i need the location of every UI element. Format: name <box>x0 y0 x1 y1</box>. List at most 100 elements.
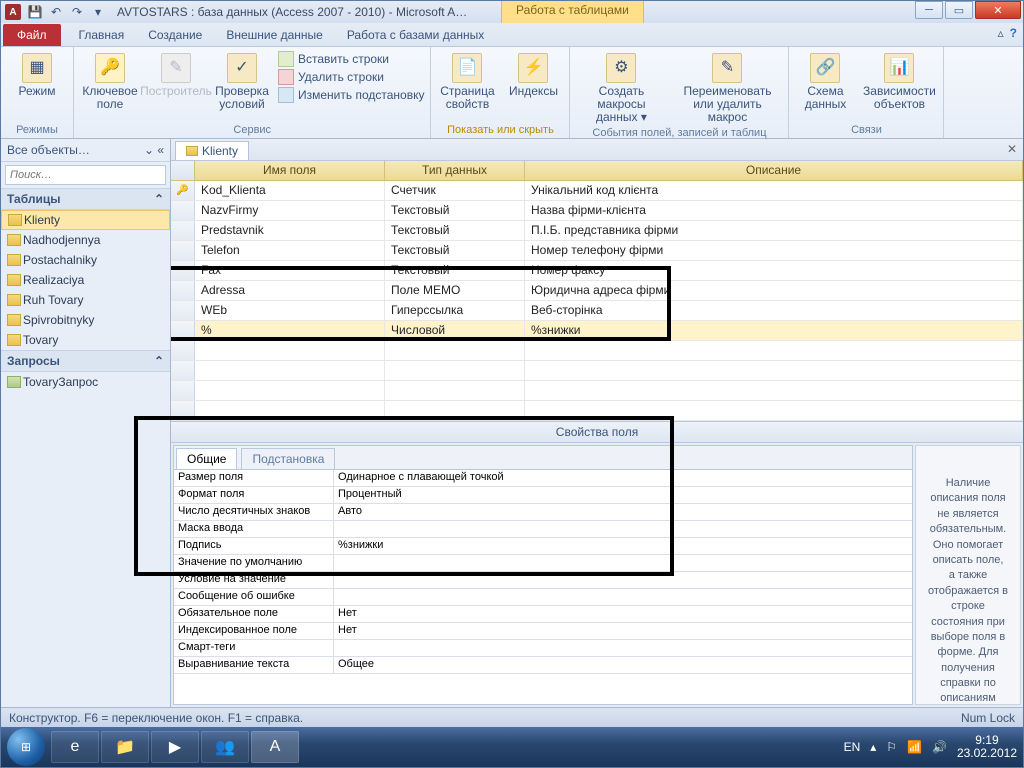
minimize-button[interactable]: ─ <box>915 1 943 19</box>
tray-up-icon[interactable]: ▴ <box>870 740 876 754</box>
tab-home[interactable]: Главная <box>67 24 137 46</box>
taskbar: ⊞ e 📁 ▶ 👥 A EN ▴ ⚐ 📶 🔊 9:19 23.02.2012 <box>1 727 1023 767</box>
qat-save-icon[interactable]: 💾 <box>25 3 45 21</box>
nav-table-postachalniky[interactable]: Postachalniky <box>1 250 170 270</box>
col-datatype[interactable]: Тип данных <box>385 161 525 180</box>
props-hint: Наличие описания поля не является обязат… <box>915 445 1021 705</box>
navigation-pane: Все объекты…⌄ « Таблицы⌃ KlientyNadhodje… <box>1 139 171 707</box>
rename-macro-button[interactable]: ✎Переименовать или удалить макрос <box>672 51 782 125</box>
nav-query-tovaryзапрос[interactable]: TovaryЗапрос <box>1 372 170 392</box>
taskbar-explorer[interactable]: 📁 <box>101 731 149 763</box>
field-row[interactable]: FaxТекстовыйНомер факсу <box>171 261 1023 281</box>
titlebar: A 💾 ↶ ↷ ▾ AVTOSTARS : база данных (Acces… <box>1 1 1023 23</box>
nav-table-nadhodjennya[interactable]: Nadhodjennya <box>1 230 170 250</box>
ribbon: ▦Режим Режимы 🔑Ключевое поле ✎Построител… <box>1 47 1023 139</box>
nav-table-tovary[interactable]: Tovary <box>1 330 170 350</box>
insert-rows-button[interactable]: Вставить строки <box>278 51 424 67</box>
doc-tab-klienty[interactable]: Klienty <box>175 141 249 160</box>
field-row[interactable]: WEbГиперссылкаВеб-сторінка <box>171 301 1023 321</box>
property-sheet-button[interactable]: 📄Страница свойств <box>437 51 497 111</box>
group-relations-label: Связи <box>795 122 937 138</box>
nav-group-queries[interactable]: Запросы⌃ <box>1 350 170 372</box>
taskbar-msn[interactable]: 👥 <box>201 731 249 763</box>
document-tabbar: Klienty ✕ <box>171 139 1023 161</box>
tab-create[interactable]: Создание <box>136 24 214 46</box>
tray-net-icon[interactable]: 📶 <box>907 740 922 754</box>
group-views-label: Режимы <box>7 122 67 138</box>
app-logo: A <box>5 4 21 20</box>
tab-dbtools[interactable]: Работа с базами данных <box>335 24 496 46</box>
design-grid[interactable]: 🔑Kod_KlientaСчетчикУнікальний код клієнт… <box>171 181 1023 421</box>
view-button[interactable]: ▦Режим <box>7 51 67 98</box>
col-fieldname[interactable]: Имя поля <box>195 161 385 180</box>
prop-row[interactable]: Сообщение об ошибке <box>174 589 912 606</box>
nav-table-ruh tovary[interactable]: Ruh Tovary <box>1 290 170 310</box>
field-row[interactable]: TelefonТекстовыйНомер телефону фірми <box>171 241 1023 261</box>
start-button[interactable]: ⊞ <box>7 728 45 766</box>
prop-row[interactable]: Условие на значение <box>174 572 912 589</box>
file-tab[interactable]: Файл <box>3 24 61 46</box>
field-row[interactable]: AdressaПоле МЕМОЮридична адреса фірми <box>171 281 1023 301</box>
prop-row[interactable]: Обязательное полеНет <box>174 606 912 623</box>
prop-row[interactable]: Индексированное полеНет <box>174 623 912 640</box>
relationships-button[interactable]: 🔗Схема данных <box>795 51 855 111</box>
col-description[interactable]: Описание <box>525 161 1023 180</box>
modify-lookup-button[interactable]: Изменить подстановку <box>278 87 424 103</box>
props-tab-general[interactable]: Общие <box>176 448 237 469</box>
maximize-button[interactable]: ▭ <box>945 1 973 19</box>
taskbar-wmp[interactable]: ▶ <box>151 731 199 763</box>
nav-table-realizaciya[interactable]: Realizaciya <box>1 270 170 290</box>
chevron-down-icon[interactable]: ⌄ « <box>144 143 164 157</box>
field-properties: Общие Подстановка Размер поляОдинарное с… <box>173 445 913 705</box>
close-button[interactable]: ✕ <box>975 1 1021 19</box>
status-text: Конструктор. F6 = переключение окон. F1 … <box>9 711 303 725</box>
props-tab-lookup[interactable]: Подстановка <box>241 448 335 469</box>
grid-header: Имя поля Тип данных Описание <box>171 161 1023 181</box>
nav-table-spivrobitnyky[interactable]: Spivrobitnyky <box>1 310 170 330</box>
prop-row[interactable]: Выравнивание текстаОбщее <box>174 657 912 674</box>
nav-search-input[interactable] <box>5 165 166 185</box>
create-macros-button[interactable]: ⚙Создать макросы данных ▾ <box>576 51 666 125</box>
prop-row[interactable]: Формат поляПроцентный <box>174 487 912 504</box>
indexes-button[interactable]: ⚡Индексы <box>503 51 563 98</box>
delete-rows-button[interactable]: Удалить строки <box>278 69 424 85</box>
primary-key-button[interactable]: 🔑Ключевое поле <box>80 51 140 111</box>
tray-vol-icon[interactable]: 🔊 <box>932 740 947 754</box>
window-title: AVTOSTARS : база данных (Access 2007 - 2… <box>117 5 467 19</box>
field-row[interactable]: PredstavnikТекстовыйП.І.Б. представника … <box>171 221 1023 241</box>
status-numlock: Num Lock <box>961 711 1015 725</box>
minimize-ribbon-icon[interactable]: ▵ <box>998 26 1004 40</box>
help-icon[interactable]: ? <box>1010 26 1017 40</box>
prop-row[interactable]: Размер поляОдинарное с плавающей точкой <box>174 470 912 487</box>
nav-group-tables[interactable]: Таблицы⌃ <box>1 188 170 210</box>
table-icon <box>186 146 198 156</box>
builder-button: ✎Построитель <box>146 51 206 98</box>
props-title: Свойства поля <box>171 421 1023 443</box>
nav-table-klienty[interactable]: Klienty <box>1 210 170 230</box>
tab-external[interactable]: Внешние данные <box>214 24 335 46</box>
prop-row[interactable]: Смарт-теги <box>174 640 912 657</box>
taskbar-ie[interactable]: e <box>51 731 99 763</box>
tray-flag-icon[interactable]: ⚐ <box>886 740 897 754</box>
prop-row[interactable]: Значение по умолчанию <box>174 555 912 572</box>
close-tab-icon[interactable]: ✕ <box>1007 142 1017 156</box>
test-rules-button[interactable]: ✓Проверка условий <box>212 51 272 111</box>
qat-undo-icon[interactable]: ↶ <box>46 3 66 21</box>
field-row[interactable]: NazvFirmyТекстовыйНазва фірми-клієнта <box>171 201 1023 221</box>
field-row[interactable]: %Числовой%знижки <box>171 321 1023 341</box>
context-tab-title: Работа с таблицами <box>516 3 629 17</box>
nav-header[interactable]: Все объекты…⌄ « <box>1 139 170 162</box>
qat-dropdown-icon[interactable]: ▾ <box>88 3 108 21</box>
tray-clock[interactable]: 9:19 23.02.2012 <box>957 734 1017 760</box>
statusbar: Конструктор. F6 = переключение окон. F1 … <box>1 707 1023 727</box>
dependencies-button[interactable]: 📊Зависимости объектов <box>861 51 937 111</box>
prop-row[interactable]: Маска ввода <box>174 521 912 538</box>
qat-redo-icon[interactable]: ↷ <box>67 3 87 21</box>
prop-row[interactable]: Число десятичных знаковАвто <box>174 504 912 521</box>
field-row[interactable]: 🔑Kod_KlientaСчетчикУнікальний код клієнт… <box>171 181 1023 201</box>
prop-row[interactable]: Подпись%знижки <box>174 538 912 555</box>
ribbon-tabs: Файл Главная Создание Внешние данные Раб… <box>1 23 1023 47</box>
group-tools-label: Сервис <box>80 122 424 138</box>
taskbar-access[interactable]: A <box>251 731 299 763</box>
tray-lang[interactable]: EN <box>844 740 861 754</box>
